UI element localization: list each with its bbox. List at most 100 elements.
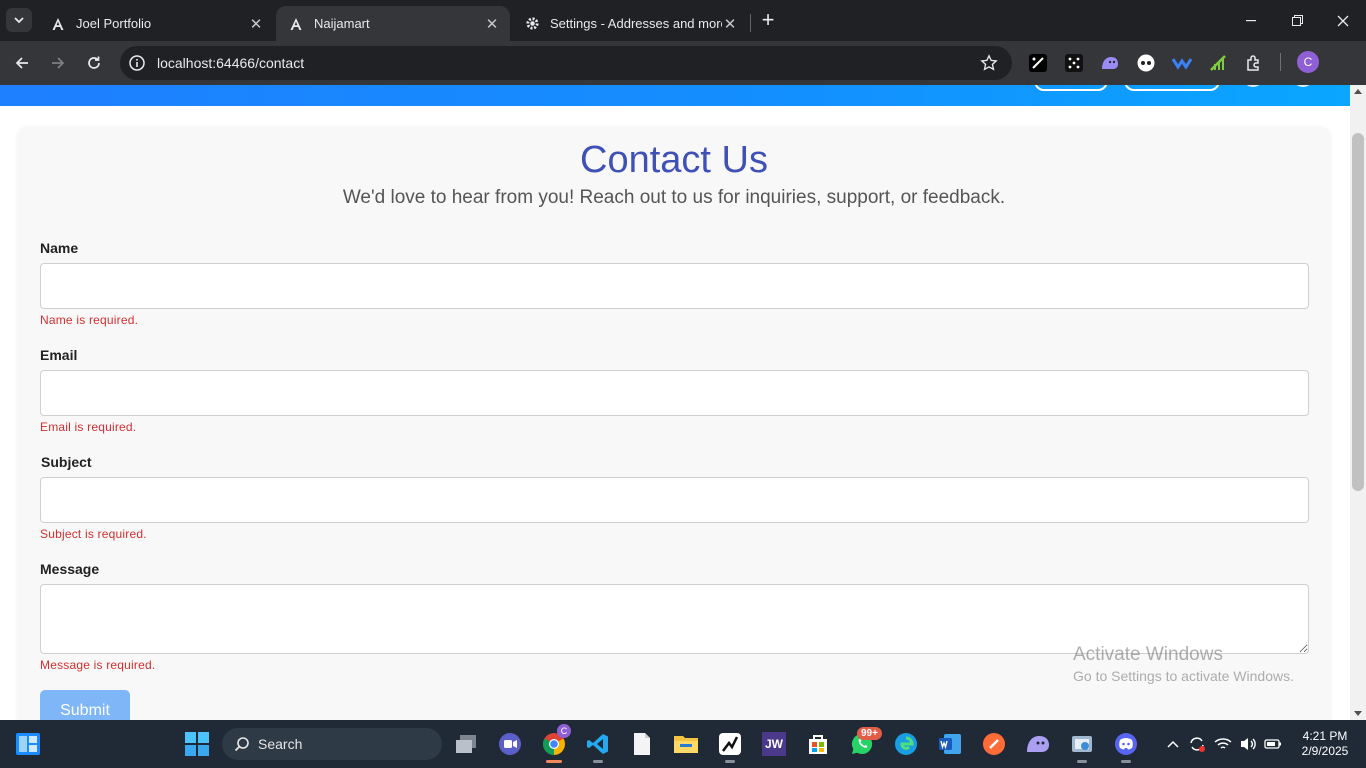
close-icon[interactable]: ✕ — [722, 16, 738, 33]
extension-dots-icon[interactable] — [1063, 52, 1085, 74]
minimize-icon — [1246, 19, 1256, 21]
jw-library-label: JW — [762, 732, 786, 756]
notepad-file-icon[interactable] — [628, 730, 656, 758]
restore-icon — [1291, 15, 1303, 26]
tab-separator — [750, 14, 751, 32]
windows-taskbar: Search C JW 99+ 4:21 PM 2/9/2025 — [0, 720, 1366, 768]
open-app-indicator — [1077, 760, 1087, 763]
submit-button[interactable]: Submit — [40, 690, 130, 720]
chrome-profile-badge: C — [557, 724, 571, 738]
header-nav-button[interactable] — [1034, 85, 1108, 91]
taskbar-search[interactable]: Search — [222, 728, 442, 760]
extension-bars-icon[interactable] — [1207, 52, 1229, 74]
scroll-up-arrow[interactable] — [1354, 89, 1362, 94]
email-input[interactable] — [40, 370, 1309, 416]
back-button[interactable] — [10, 51, 34, 75]
edge-icon[interactable] — [892, 730, 920, 758]
gear-icon — [524, 16, 540, 32]
profile-avatar[interactable]: C — [1297, 51, 1319, 73]
sync-icon[interactable] — [1188, 735, 1206, 753]
header-icon-button[interactable] — [1242, 85, 1264, 87]
open-app-indicator — [1121, 760, 1131, 763]
subject-label: Subject — [41, 454, 92, 470]
message-error: Message is required. — [40, 658, 156, 672]
postman-icon[interactable] — [980, 730, 1008, 758]
bookmark-star-icon[interactable] — [980, 54, 998, 77]
discord-icon[interactable] — [1112, 730, 1140, 763]
close-icon[interactable]: ✕ — [484, 16, 500, 33]
windows-start-icon[interactable] — [183, 730, 211, 758]
reload-button[interactable] — [82, 51, 106, 75]
extensions-puzzle-icon[interactable] — [1243, 52, 1265, 74]
site-header — [0, 85, 1350, 106]
search-icon — [234, 737, 249, 752]
whatsapp-badge: 99+ — [857, 727, 882, 740]
forward-button[interactable] — [46, 51, 70, 75]
teams-meet-icon[interactable] — [496, 730, 524, 758]
email-label: Email — [40, 347, 78, 363]
email-error: Email is required. — [40, 420, 137, 434]
activate-windows-title: Activate Windows — [1073, 644, 1223, 665]
message-label: Message — [40, 561, 100, 577]
browser-toolbar: localhost:64466/contact C — [0, 41, 1366, 85]
system-tool-icon[interactable] — [1068, 730, 1096, 763]
battery-icon[interactable] — [1264, 735, 1282, 753]
name-input[interactable] — [40, 263, 1309, 309]
stocks-app-icon[interactable] — [716, 730, 744, 763]
angular-icon — [288, 16, 304, 32]
tab-title: Naijamart — [314, 16, 370, 31]
toolbar-separator — [1280, 53, 1281, 71]
tab-search-button[interactable] — [6, 8, 32, 32]
extension-wave-icon[interactable] — [1171, 52, 1193, 74]
header-nav-button[interactable] — [1124, 85, 1220, 91]
contact-form-card: Contact Us We'd love to hear from you! R… — [17, 126, 1331, 720]
tab-settings[interactable]: Settings - Addresses and more ✕ — [512, 6, 748, 41]
clock-time: 4:21 PM — [1302, 729, 1348, 743]
address-bar[interactable]: localhost:64466/contact — [120, 46, 1012, 80]
chrome-icon[interactable]: C — [540, 724, 571, 763]
new-tab-button[interactable]: + — [757, 9, 779, 32]
tab-joel-portfolio[interactable]: Joel Portfolio ✕ — [38, 6, 274, 41]
search-label: Search — [258, 736, 303, 752]
extension-ghost-icon[interactable] — [1099, 52, 1121, 74]
chevron-down-icon — [14, 16, 24, 23]
jw-library-icon[interactable]: JW — [760, 730, 788, 758]
extension-gamepad-icon[interactable] — [1135, 52, 1157, 74]
wifi-icon[interactable] — [1214, 735, 1232, 753]
header-icon-button[interactable] — [1292, 85, 1314, 87]
open-app-indicator — [725, 760, 735, 763]
browser-tab-bar: Joel Portfolio ✕ Naijamart ✕ Settings - … — [0, 0, 1366, 41]
chevron-up-icon[interactable] — [1164, 735, 1182, 753]
page-scrollbar[interactable] — [1350, 85, 1366, 720]
microsoft-store-icon[interactable] — [804, 730, 832, 758]
task-view-icon[interactable] — [452, 730, 480, 758]
clock-date: 2/9/2025 — [1301, 744, 1349, 758]
word-icon[interactable] — [936, 730, 964, 758]
site-info-icon[interactable] — [128, 54, 146, 72]
ghost-app-icon[interactable] — [1024, 730, 1052, 758]
file-explorer-icon[interactable] — [672, 730, 700, 758]
tab-title: Joel Portfolio — [76, 16, 152, 31]
vscode-icon[interactable] — [584, 730, 612, 763]
scrollbar-thumb[interactable] — [1352, 133, 1364, 491]
minimize-button[interactable] — [1228, 0, 1274, 41]
extension-pen-icon[interactable] — [1027, 52, 1049, 74]
reload-icon — [88, 56, 100, 69]
volume-icon[interactable] — [1239, 735, 1257, 753]
close-icon[interactable]: ✕ — [248, 16, 264, 33]
page-viewport: Contact Us We'd love to hear from you! R… — [0, 85, 1366, 720]
system-clock[interactable]: 4:21 PM 2/9/2025 — [1292, 729, 1358, 759]
close-window-button[interactable] — [1320, 0, 1366, 41]
arrow-right-icon — [52, 57, 65, 69]
page-title: Contact Us — [580, 139, 768, 181]
widgets-icon[interactable] — [14, 730, 42, 758]
active-app-indicator — [546, 760, 562, 763]
tab-naijamart[interactable]: Naijamart ✕ — [276, 6, 510, 41]
tab-title: Settings - Addresses and more — [550, 16, 722, 31]
subject-input[interactable] — [40, 477, 1309, 523]
name-error: Name is required. — [40, 313, 139, 327]
activate-windows-hint: Go to Settings to activate Windows. — [1073, 668, 1294, 684]
restore-button[interactable] — [1274, 0, 1320, 41]
open-app-indicator — [593, 760, 603, 763]
scroll-down-arrow[interactable] — [1354, 711, 1362, 716]
